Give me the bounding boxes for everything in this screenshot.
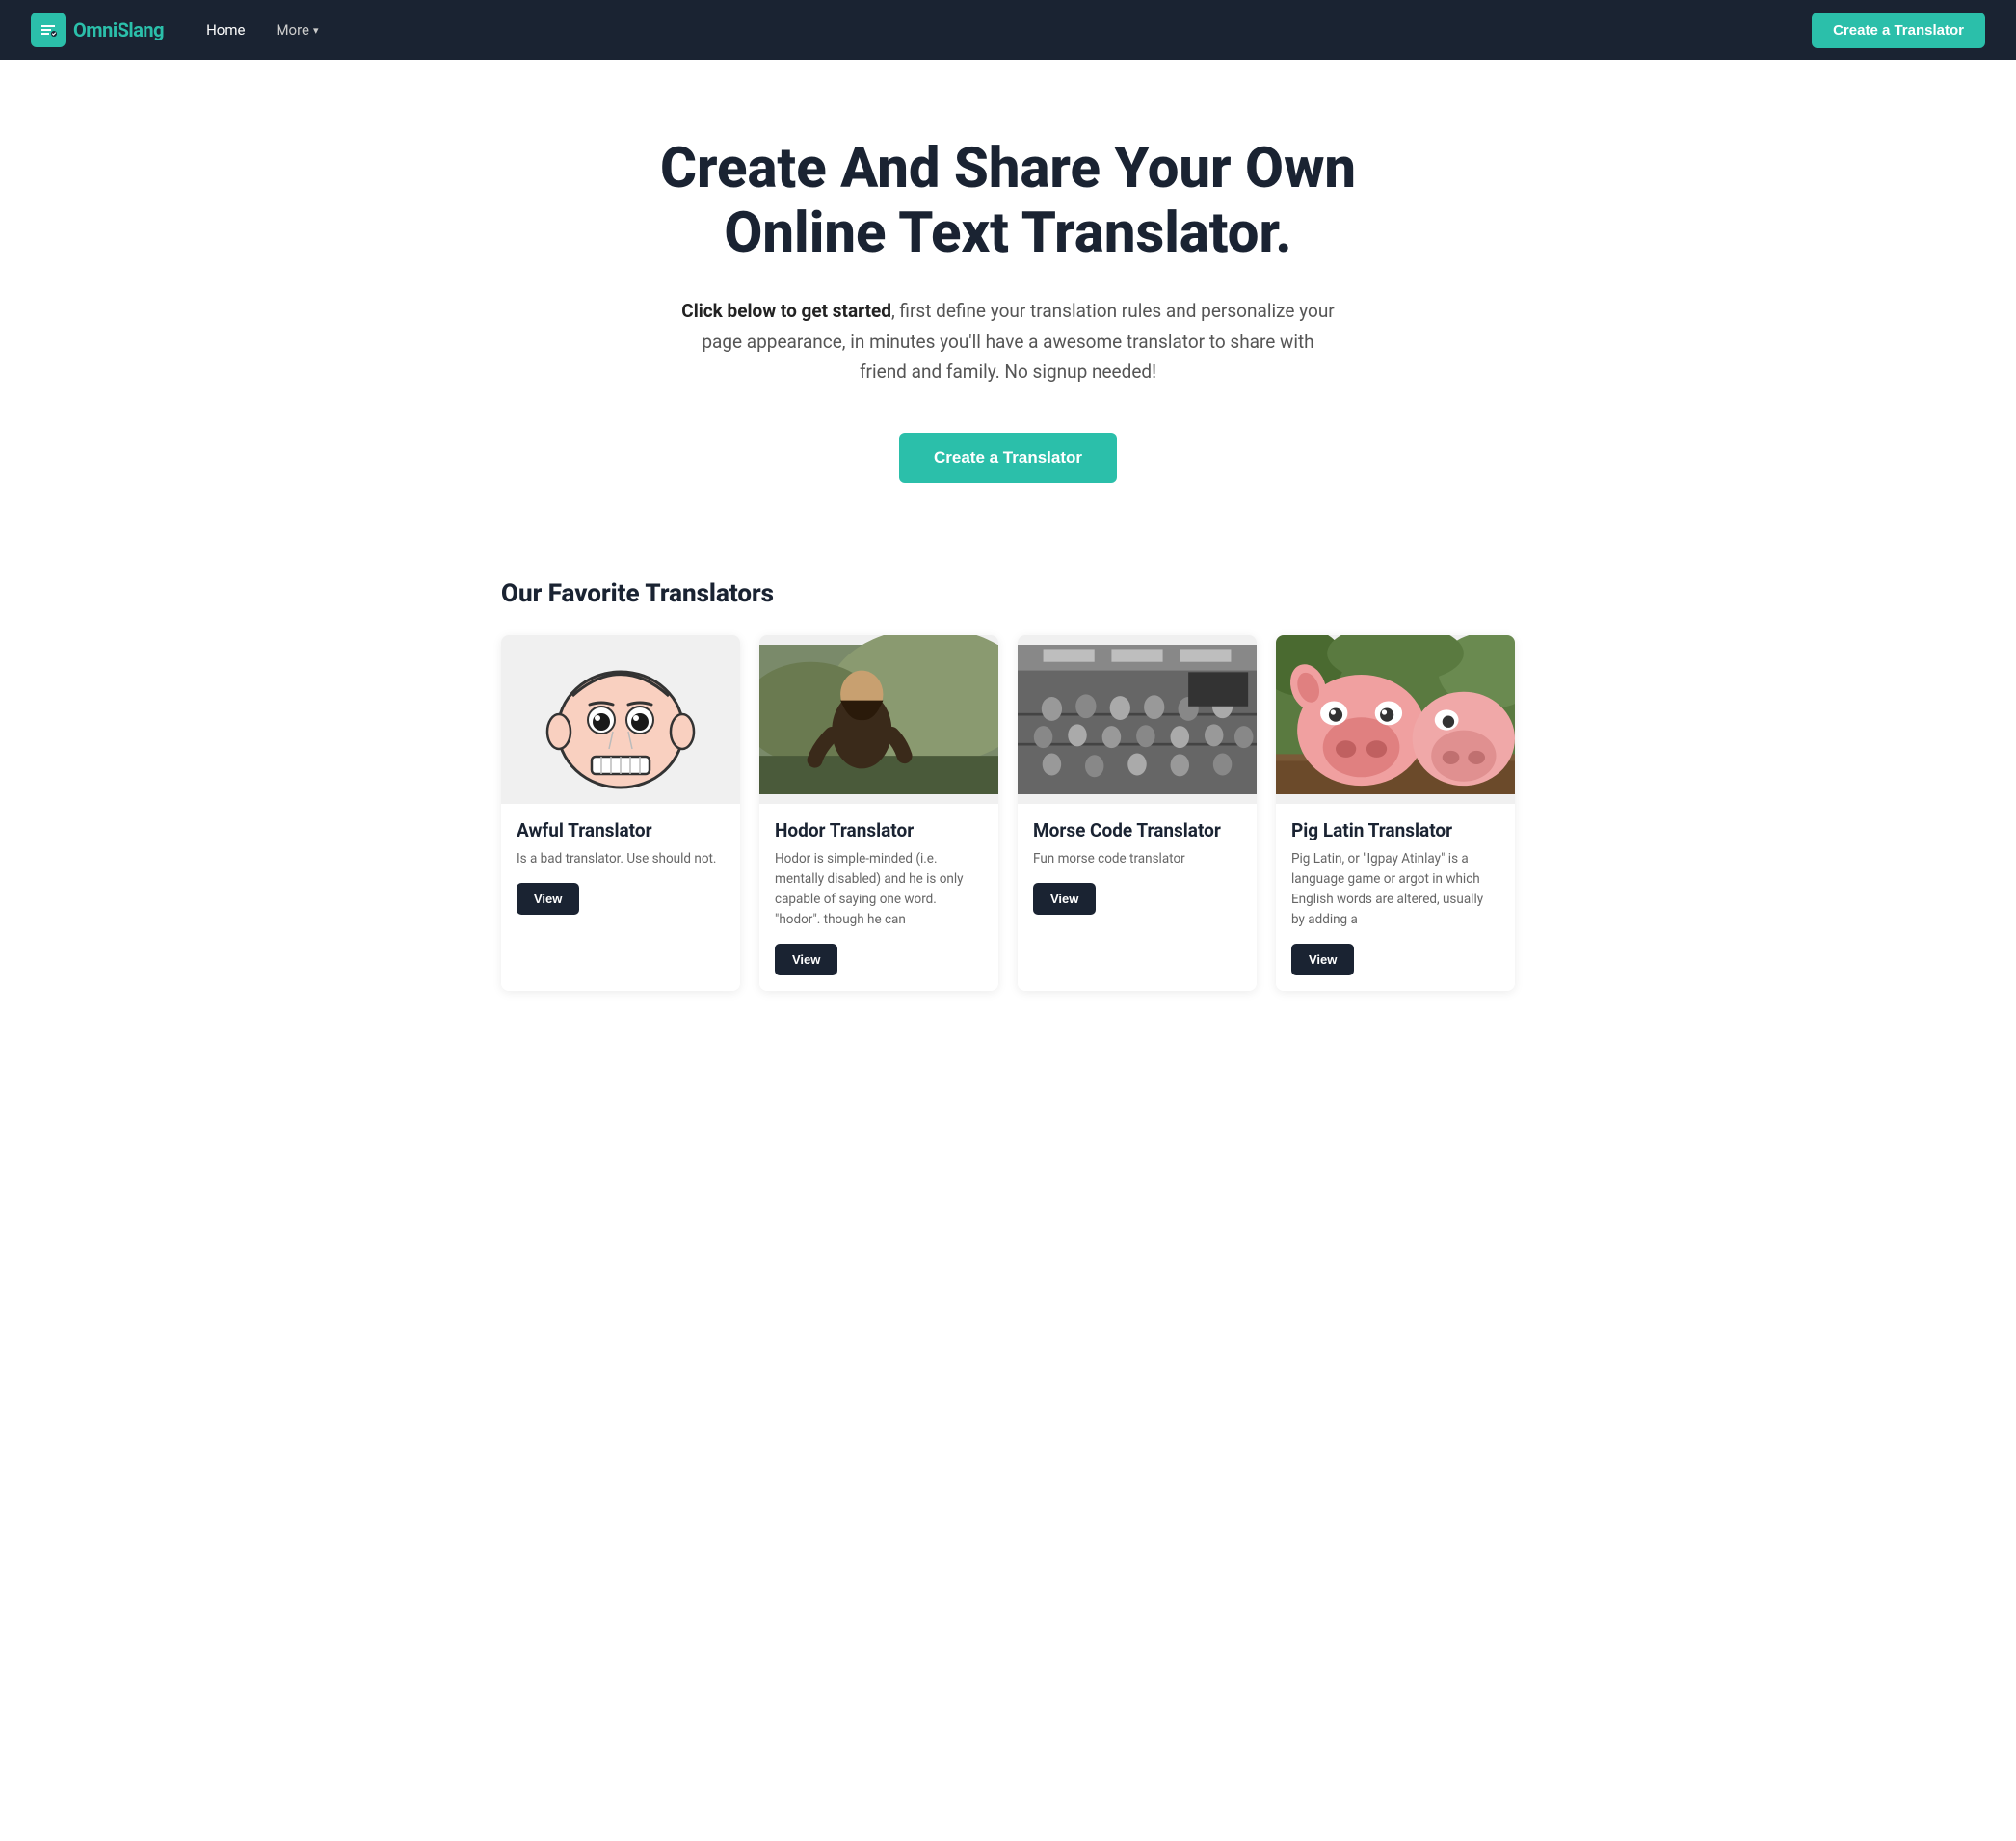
nav-links: Home More ▾ [195,13,1812,46]
nav-create-translator-button[interactable]: Create a Translator [1812,13,1985,48]
logo-text: OmniSlang [73,18,164,41]
pig-latin-card-body: Pig Latin Translator Pig Latin, or "Igpa… [1276,804,1515,991]
pig-latin-view-button[interactable]: View [1291,944,1354,975]
hero-section: Create And Share Your Own Online Text Tr… [574,60,1442,541]
nav-more-dropdown[interactable]: More ▾ [264,13,330,46]
pig-latin-translator-image [1276,635,1515,804]
hero-subtitle: Click below to get started, first define… [680,296,1336,387]
card-hodor-translator[interactable]: Hodor Translator Hodor is simple-minded … [759,635,998,991]
navbar: OmniSlang Home More ▾ Create a Translato… [0,0,2016,60]
chevron-down-icon: ▾ [313,24,319,37]
hero-subtitle-bold: Click below to get started [681,300,891,322]
hero-title: Create And Share Your Own Online Text Tr… [594,137,1422,265]
cards-grid: Awful Translator Is a bad translator. Us… [501,635,1515,991]
awful-card-desc: Is a bad translator. Use should not. [517,849,725,869]
pig-latin-card-title: Pig Latin Translator [1291,819,1499,841]
pig-latin-card-desc: Pig Latin, or "Igpay Atinlay" is a langu… [1291,849,1499,930]
card-pig-latin-translator[interactable]: Pig Latin Translator Pig Latin, or "Igpa… [1276,635,1515,991]
favorites-section: Our Favorite Translators [478,541,1538,1049]
card-morse-translator[interactable]: Morse Code Translator Fun morse code tra… [1018,635,1257,991]
card-awful-translator[interactable]: Awful Translator Is a bad translator. Us… [501,635,740,991]
nav-more-label: More [276,21,309,39]
logo-link[interactable]: OmniSlang [31,13,164,47]
awful-card-title: Awful Translator [517,819,725,841]
hodor-card-body: Hodor Translator Hodor is simple-minded … [759,804,998,991]
nav-home-link[interactable]: Home [195,13,256,46]
hodor-view-button[interactable]: View [775,944,837,975]
section-title: Our Favorite Translators [501,579,1515,608]
morse-translator-image [1018,635,1257,804]
awful-view-button[interactable]: View [517,883,579,915]
morse-card-title: Morse Code Translator [1033,819,1241,841]
logo-icon [31,13,66,47]
awful-card-body: Awful Translator Is a bad translator. Us… [501,804,740,930]
hodor-translator-image [759,635,998,804]
morse-card-desc: Fun morse code translator [1033,849,1241,869]
morse-view-button[interactable]: View [1033,883,1096,915]
hodor-card-title: Hodor Translator [775,819,983,841]
hero-create-translator-button[interactable]: Create a Translator [899,433,1117,483]
hodor-card-desc: Hodor is simple-minded (i.e. mentally di… [775,849,983,930]
morse-card-body: Morse Code Translator Fun morse code tra… [1018,804,1257,930]
awful-translator-image [501,635,740,804]
